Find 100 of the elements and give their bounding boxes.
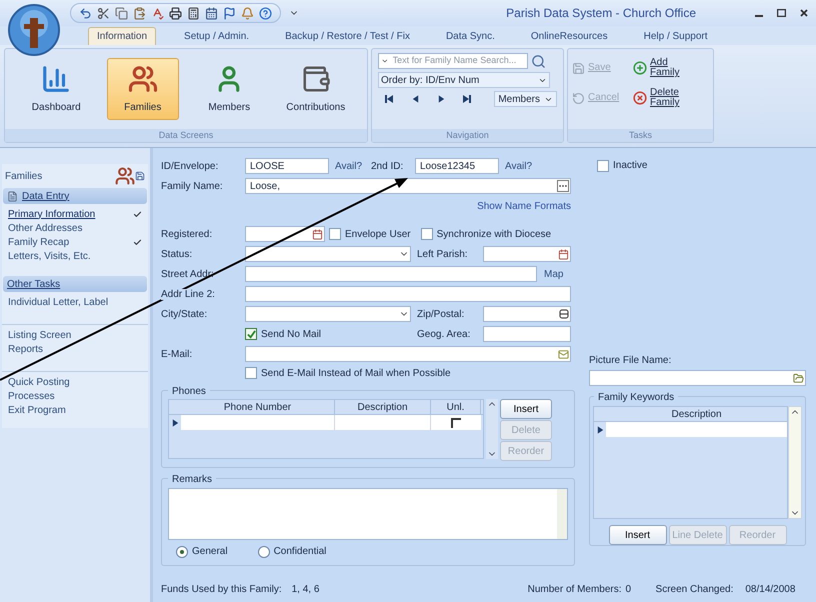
scrollbar[interactable] xyxy=(788,406,802,519)
table-cell[interactable] xyxy=(606,422,787,437)
ribbon-tab[interactable]: Data Sync. xyxy=(438,27,503,45)
group-label: Data Screens xyxy=(5,129,367,142)
radio-button[interactable] xyxy=(258,546,270,558)
sidebar-link[interactable]: Primary Information xyxy=(8,206,96,222)
radio-button[interactable] xyxy=(176,546,188,558)
ribbon-button[interactable]: Dashboard xyxy=(20,58,92,120)
sidebar-link[interactable]: Other Addresses xyxy=(8,220,82,236)
printer-icon[interactable] xyxy=(169,6,182,20)
calculator-icon[interactable] xyxy=(187,6,200,20)
field-label: Left Parish: xyxy=(417,248,469,262)
copy-icon[interactable] xyxy=(115,6,128,20)
status-dropdown[interactable] xyxy=(245,246,411,262)
table-cell[interactable] xyxy=(181,415,335,430)
sidebar-link[interactable]: Family Recap xyxy=(8,234,70,250)
sidebar-link[interactable]: Quick Posting xyxy=(8,374,70,390)
column-header: Description xyxy=(670,408,723,421)
section-header[interactable]: Data Entry xyxy=(3,188,147,204)
ribbon-tab[interactable]: Help / Support xyxy=(636,27,716,45)
ribbon-button[interactable]: Families xyxy=(106,58,179,120)
scrollbar[interactable] xyxy=(486,399,498,459)
ribbon-button[interactable]: Members xyxy=(193,58,266,120)
checkbox[interactable] xyxy=(451,418,461,428)
save-icon[interactable] xyxy=(135,171,145,181)
window-title: Parish Data System - Church Office xyxy=(506,5,696,22)
show-name-formats-link[interactable]: Show Name Formats xyxy=(477,198,571,214)
remarks-field[interactable] xyxy=(168,488,568,540)
plus-icon xyxy=(633,61,647,75)
search-icon[interactable] xyxy=(531,54,546,68)
checkbox[interactable] xyxy=(597,160,609,172)
calendar-icon[interactable] xyxy=(312,228,323,240)
sidebar-link[interactable]: Reports xyxy=(8,342,44,356)
street-field[interactable] xyxy=(245,266,537,282)
checkbox-label: Inactive xyxy=(613,159,648,173)
flag-icon[interactable] xyxy=(223,6,236,20)
group-title: Family Keywords xyxy=(594,390,678,405)
sidebar-link[interactable]: Individual Letter, Label xyxy=(8,294,108,310)
undo-icon xyxy=(572,92,585,104)
family-name-field[interactable]: Loose, xyxy=(245,178,571,194)
bell-icon[interactable] xyxy=(241,6,254,20)
radio-label: Confidential xyxy=(274,545,326,559)
task-button[interactable]: Delete Family xyxy=(633,85,713,111)
cut-icon[interactable] xyxy=(97,6,110,20)
area-field[interactable] xyxy=(483,326,571,342)
section-header[interactable]: Other Tasks xyxy=(3,276,147,292)
calendar-icon[interactable] xyxy=(558,248,569,260)
save-icon xyxy=(572,62,585,74)
view-dropdown[interactable]: Members xyxy=(494,91,557,107)
ribbon-tab[interactable]: Setup / Admin. xyxy=(176,27,258,45)
button[interactable]: Insert xyxy=(608,525,666,545)
paste-icon[interactable] xyxy=(133,6,146,20)
zip-field[interactable] xyxy=(483,306,571,322)
ribbon-tab[interactable]: Information xyxy=(88,27,156,45)
order-dropdown[interactable]: Order by: ID/Env Num xyxy=(378,72,550,88)
date-field[interactable] xyxy=(245,226,325,242)
more-icon[interactable] xyxy=(557,180,569,192)
calendar-icon[interactable] xyxy=(205,6,218,20)
table-cell[interactable] xyxy=(335,415,431,430)
map-button[interactable]: Map xyxy=(540,266,568,282)
sidebar-link[interactable]: Letters, Visits, Etc. xyxy=(8,248,91,264)
folder-icon[interactable] xyxy=(793,372,804,384)
maximize-icon[interactable] xyxy=(777,9,786,17)
address-field[interactable] xyxy=(245,286,571,302)
people-icon xyxy=(128,64,158,94)
date-value: 08/14/2008 xyxy=(745,582,796,596)
button[interactable]: Insert xyxy=(500,399,552,419)
search-field[interactable]: Text for Family Name Search... xyxy=(378,53,528,69)
close-icon[interactable] xyxy=(800,9,808,17)
ribbon-tab[interactable]: OnlineResources xyxy=(522,27,616,45)
sidebar-link[interactable]: Exit Program xyxy=(8,402,66,418)
checkbox-label: Envelope User xyxy=(345,228,411,242)
ribbon-tab[interactable]: Backup / Restore / Test / Fix xyxy=(277,27,418,45)
ribbon-button[interactable]: Contributions xyxy=(280,58,352,120)
id-field[interactable]: LOOSE xyxy=(245,158,329,174)
date-field[interactable] xyxy=(483,246,571,262)
sidebar-link[interactable]: Processes xyxy=(8,388,55,404)
lookup-icon[interactable] xyxy=(559,309,569,319)
group-label: Navigation xyxy=(372,129,563,142)
file-field[interactable] xyxy=(589,370,806,386)
spell-check-icon[interactable] xyxy=(151,6,164,20)
sidebar-link[interactable]: Listing Screen xyxy=(8,328,72,342)
second-id-field[interactable]: Loose12345 xyxy=(415,158,499,174)
undo-icon[interactable] xyxy=(79,6,92,20)
mail-icon[interactable] xyxy=(558,348,569,360)
task-button[interactable]: Add Family xyxy=(633,55,713,81)
checkbox[interactable] xyxy=(329,228,341,240)
column-header: Phone Number xyxy=(181,400,335,414)
checkbox[interactable] xyxy=(245,367,257,379)
app-logo[interactable] xyxy=(8,4,60,56)
help-icon[interactable] xyxy=(259,6,272,20)
checkbox[interactable] xyxy=(245,328,257,340)
checkbox[interactable] xyxy=(420,228,433,240)
field-label: 2nd ID: xyxy=(371,160,404,174)
previous-icon xyxy=(410,94,420,104)
checkbox-label: Send No Mail xyxy=(261,328,322,342)
column-header: Description xyxy=(335,400,431,414)
bar-chart-icon xyxy=(41,64,72,94)
email-field[interactable] xyxy=(245,346,571,362)
funds-value: 1, 4, 6 xyxy=(292,582,320,596)
